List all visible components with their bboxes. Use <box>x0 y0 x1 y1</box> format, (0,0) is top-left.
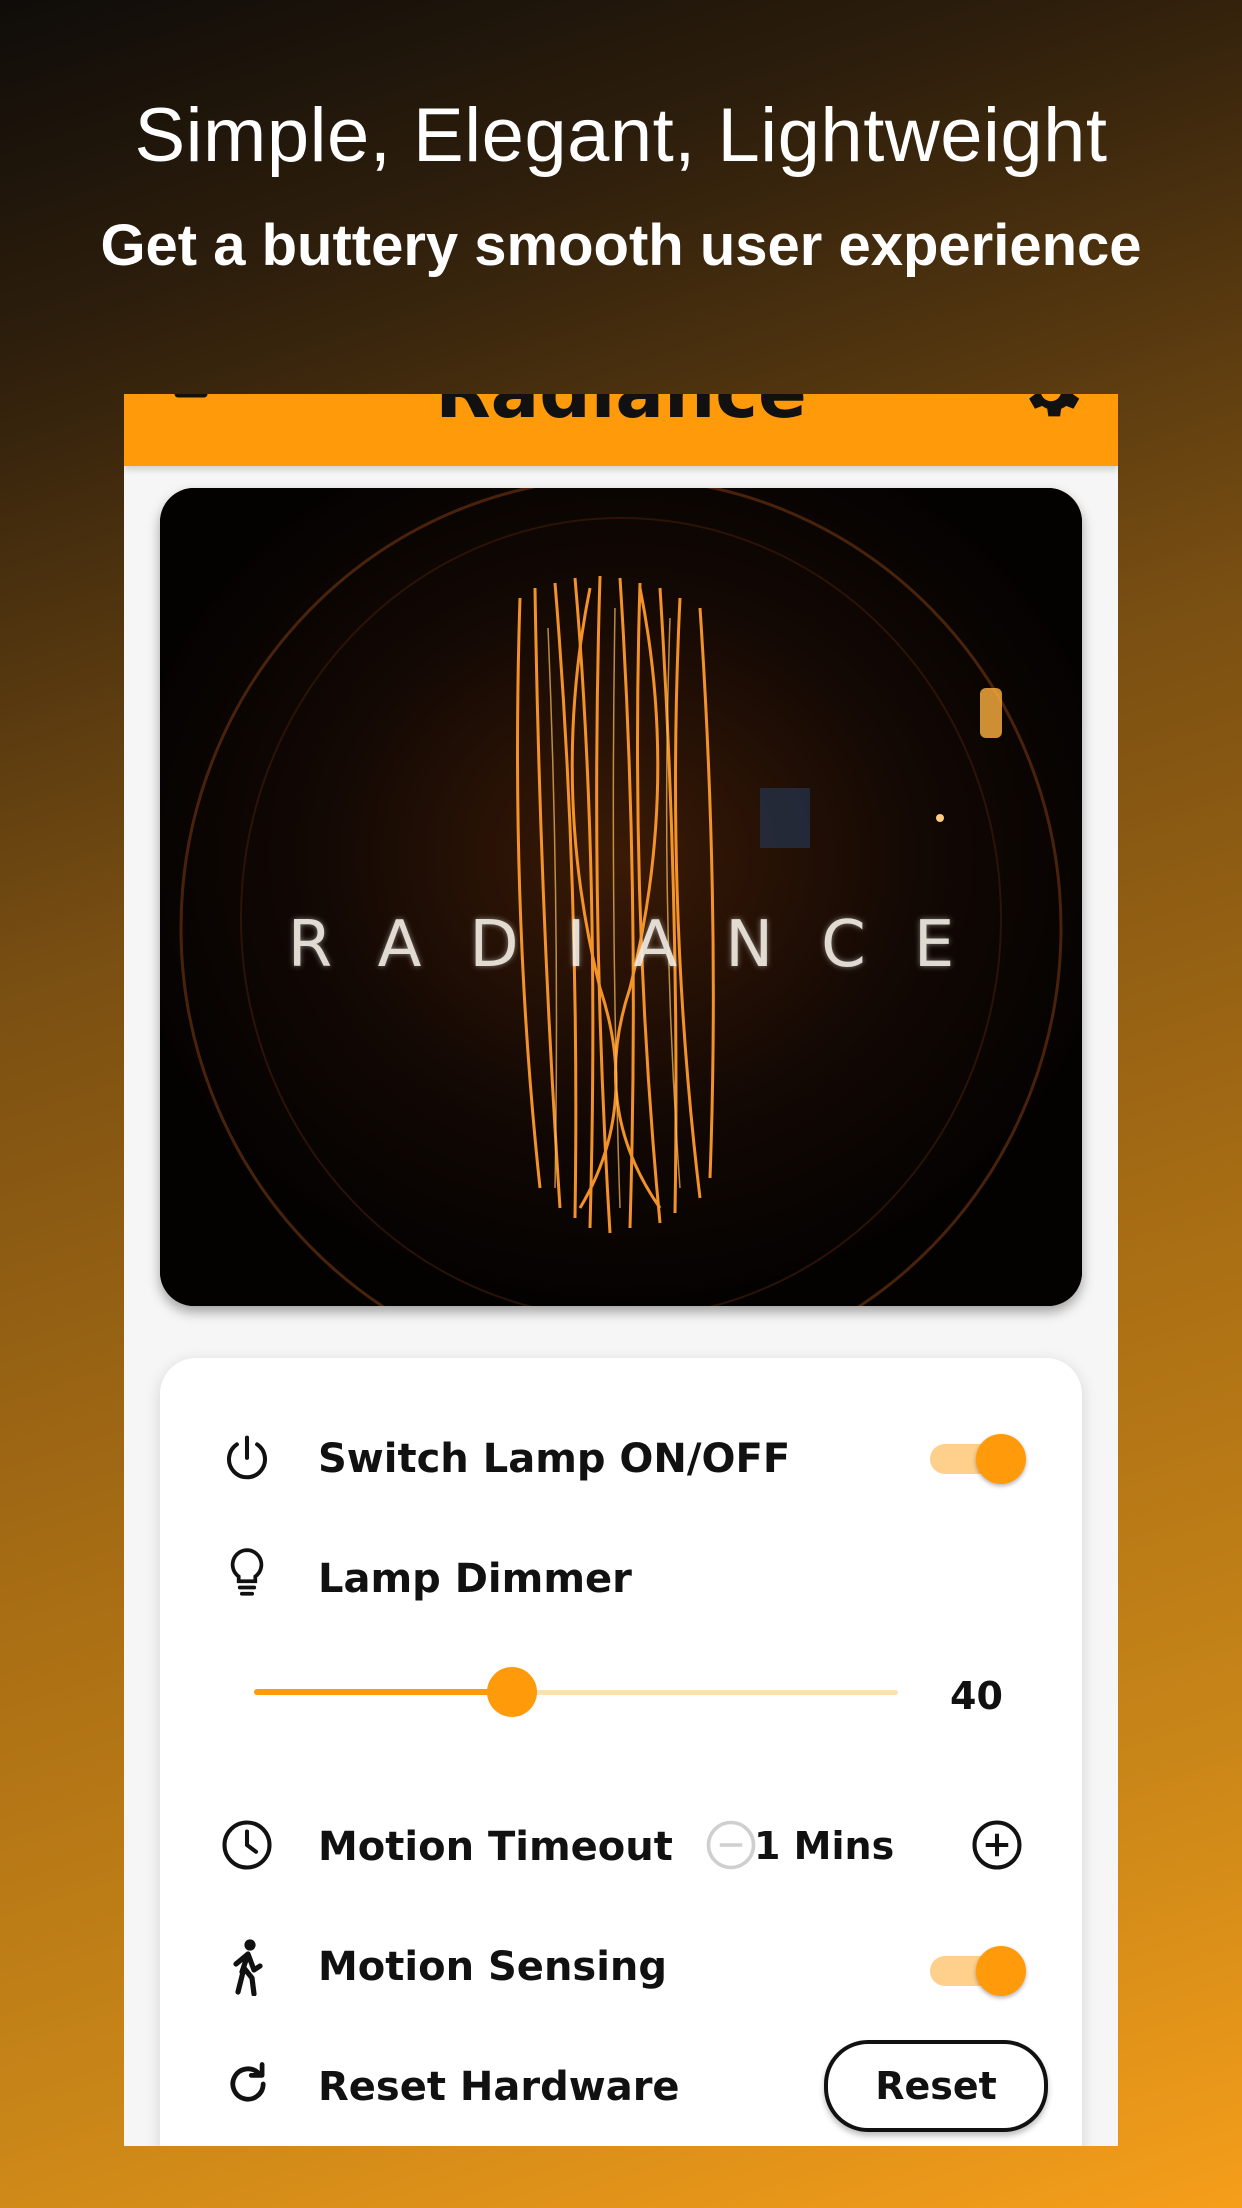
hero-image: RADIANCE <box>160 488 1082 1306</box>
promo-subtitle: Get a buttery smooth user experience <box>100 213 1142 278</box>
power-toggle[interactable] <box>930 1430 1026 1486</box>
dimmer-slider-knob[interactable] <box>486 1667 537 1717</box>
app-title: Radiance <box>124 394 1118 434</box>
timeout-value: 1 Mins <box>754 1824 895 1868</box>
refresh-icon <box>222 2058 274 2115</box>
timeout-label: Motion Timeout <box>318 1824 673 1870</box>
clock-icon <box>220 1818 274 1877</box>
reset-button[interactable]: Reset <box>824 2040 1048 2132</box>
lightbulb-icon <box>222 1546 272 1607</box>
minus-circle-icon[interactable] <box>704 1818 758 1877</box>
power-icon <box>220 1432 274 1491</box>
dimmer-slider[interactable] <box>254 1662 898 1722</box>
power-label: Switch Lamp ON/OFF <box>318 1436 791 1482</box>
dimmer-value: 40 <box>950 1674 1003 1718</box>
app-bar: Radiance <box>124 394 1118 466</box>
gear-icon[interactable] <box>1016 394 1086 431</box>
sensing-toggle[interactable] <box>930 1942 1026 1998</box>
hero-overlay-text: RADIANCE <box>287 908 1003 982</box>
walking-person-icon <box>226 1938 270 2001</box>
dimmer-label: Lamp Dimmer <box>318 1556 632 1602</box>
sensing-label: Motion Sensing <box>318 1944 668 1990</box>
plus-circle-icon[interactable] <box>970 1818 1024 1877</box>
phone-screen: Radiance <box>124 394 1118 2146</box>
power-toggle-thumb <box>976 1434 1026 1484</box>
reset-label: Reset Hardware <box>318 2064 680 2110</box>
dimmer-slider-fill <box>254 1689 512 1695</box>
promo-title: Simple, Elegant, Lightweight <box>134 93 1108 178</box>
sensing-toggle-thumb <box>976 1946 1026 1996</box>
controls-card: Switch Lamp ON/OFF Lamp Dimmer 40 Motion… <box>160 1358 1082 2146</box>
